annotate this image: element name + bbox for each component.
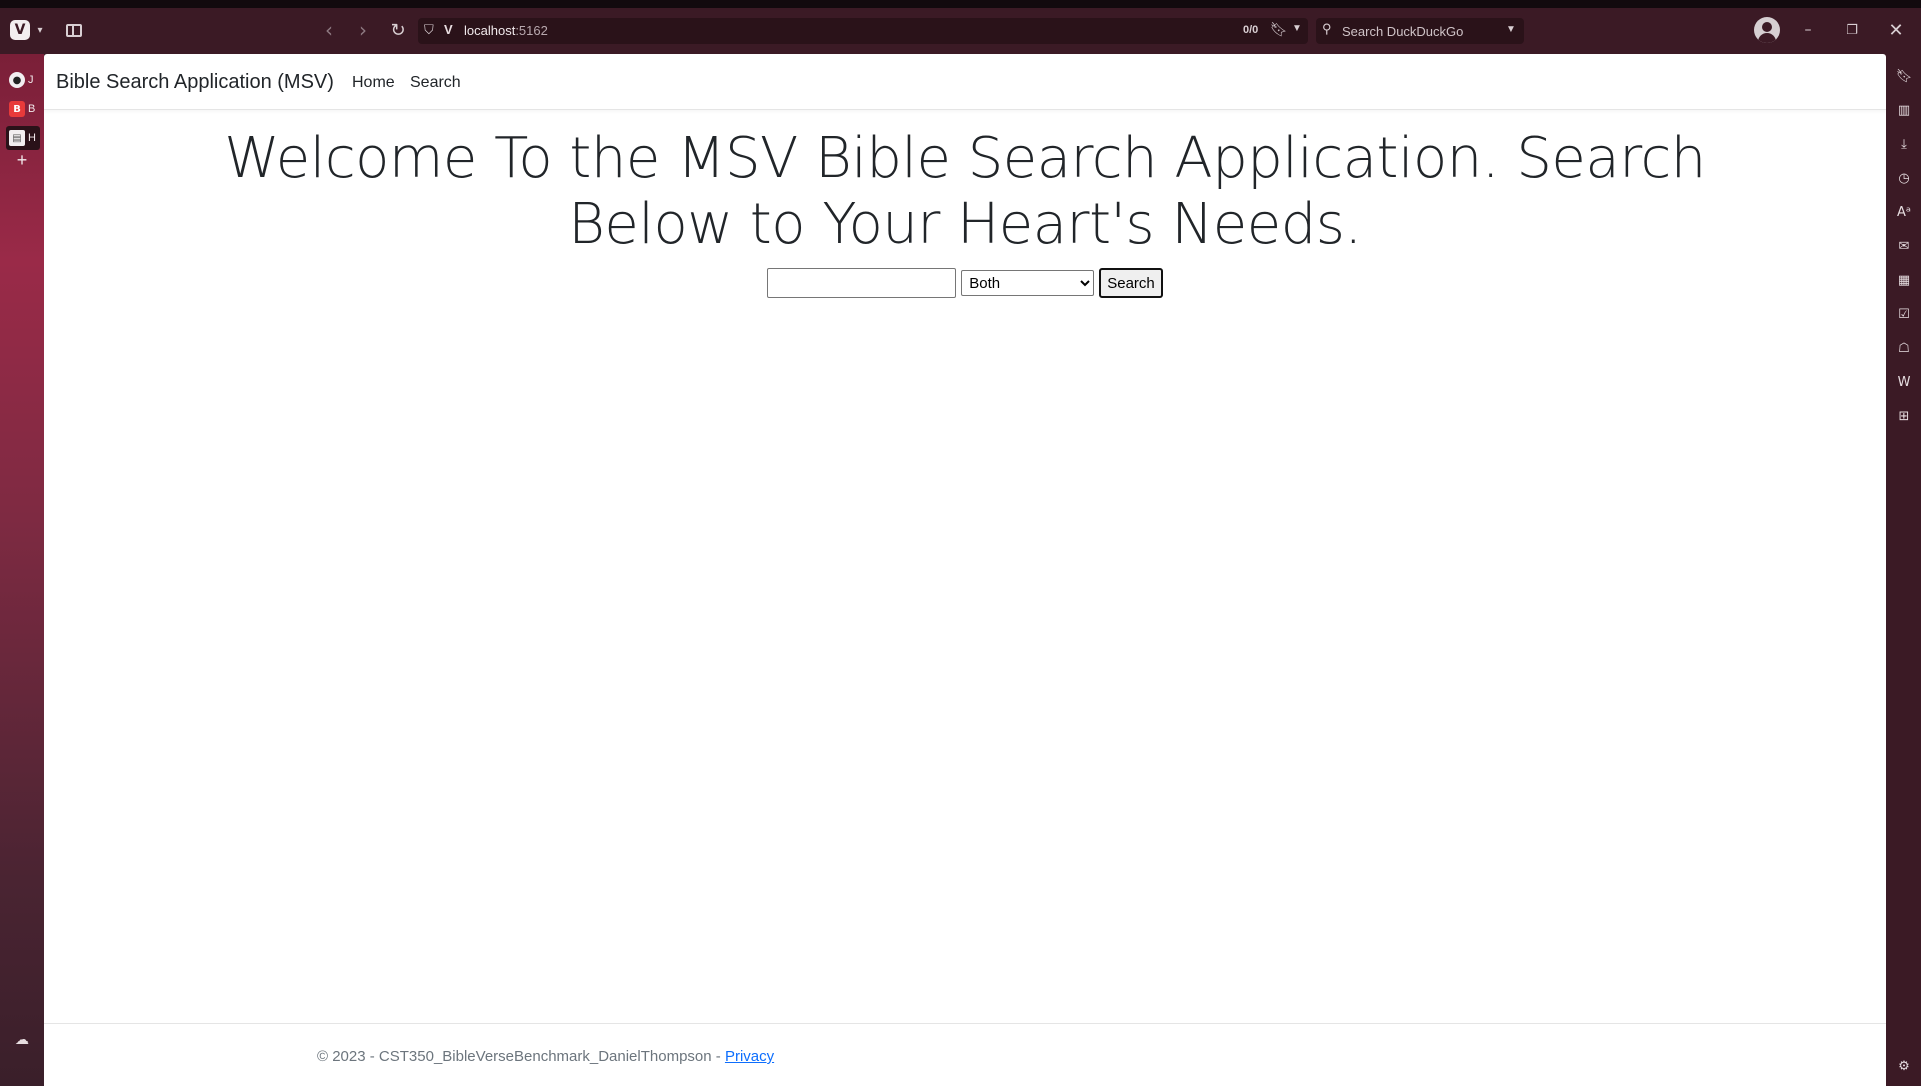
- calendar-icon[interactable]: ▦: [1894, 270, 1914, 290]
- footer-text: © 2023 - CST350_BibleVerseBenchmark_Dani…: [317, 1048, 774, 1065]
- browser-toolbar: V ▾ ‹ › ↻ ⛉ V localhost:5162 0/0 🔖︎ ▼ ⚲ …: [0, 0, 1921, 54]
- close-button[interactable]: ✕: [1884, 19, 1908, 41]
- search-form: Both Search: [44, 268, 1886, 298]
- site-info-icon[interactable]: V: [444, 22, 453, 37]
- restore-button[interactable]: ❐: [1840, 19, 1864, 41]
- tab-label: J: [28, 74, 34, 86]
- chevron-down-icon[interactable]: ▼: [1506, 24, 1516, 35]
- bookmark-b-icon: B: [9, 101, 25, 117]
- page-title: Welcome To the MSV Bible Search Applicat…: [44, 126, 1886, 258]
- page-title-line2: Below to Your Heart's Needs.: [568, 192, 1362, 257]
- tab-bar: ● J B B ▤ H + ☁ 🗑︎: [0, 54, 44, 1086]
- panel-toggle-icon: [66, 23, 82, 37]
- site-navbar: Bible Search Application (MSV) Home Sear…: [44, 54, 1886, 110]
- settings-icon[interactable]: ⚙: [1894, 1056, 1914, 1076]
- downloads-icon[interactable]: ⤓: [1894, 134, 1914, 154]
- wikipedia-icon[interactable]: W: [1894, 372, 1914, 392]
- forward-button[interactable]: ›: [352, 18, 374, 42]
- panel-toggle-button[interactable]: [63, 19, 85, 41]
- search-icon: ⚲: [1322, 21, 1332, 36]
- match-counter: 0/0: [1243, 24, 1259, 36]
- history-icon[interactable]: ◷: [1894, 168, 1914, 188]
- url-port: :5162: [515, 23, 548, 38]
- new-tab-button[interactable]: +: [12, 150, 32, 170]
- chevron-down-icon[interactable]: ▼: [1292, 23, 1302, 34]
- search-button[interactable]: Search: [1099, 268, 1163, 298]
- tab-github[interactable]: ● J: [6, 68, 40, 92]
- url-text[interactable]: localhost:5162: [464, 23, 548, 38]
- side-panel-bar: 🔖︎ ▥ ⤓ ◷ Aᵃ ✉ ▦ ☑ ☖ W ⊞ ⚙: [1886, 54, 1921, 1086]
- tab-b[interactable]: B B: [6, 97, 40, 121]
- minimize-button[interactable]: –: [1796, 19, 1820, 41]
- mail-icon[interactable]: ✉: [1894, 236, 1914, 256]
- cloud-icon[interactable]: ☁: [12, 1029, 32, 1049]
- vivaldi-logo-icon[interactable]: V: [10, 20, 30, 40]
- tab-label: B: [28, 103, 36, 115]
- page-icon: ▤: [9, 130, 25, 146]
- bookmarks-icon[interactable]: 🔖︎: [1894, 66, 1914, 86]
- nav-search-link[interactable]: Search: [410, 74, 461, 92]
- brand-link[interactable]: Bible Search Application (MSV): [56, 71, 334, 94]
- reload-button[interactable]: ↻: [386, 18, 410, 42]
- github-icon: ●: [9, 72, 25, 88]
- reading-list-icon[interactable]: ▥: [1894, 100, 1914, 120]
- footer-copyright: © 2023 - CST350_BibleVerseBenchmark_Dani…: [317, 1048, 725, 1065]
- shield-icon[interactable]: ⛉: [424, 22, 434, 38]
- privacy-link[interactable]: Privacy: [725, 1048, 774, 1065]
- tasks-icon[interactable]: ☑: [1894, 304, 1914, 324]
- search-input[interactable]: [767, 268, 957, 298]
- avatar-head: [1762, 22, 1772, 32]
- feeds-icon[interactable]: ☖: [1894, 338, 1914, 358]
- search-engine-field[interactable]: ⚲ Search DuckDuckGo ▼: [1316, 18, 1524, 44]
- web-page: Bible Search Application (MSV) Home Sear…: [44, 54, 1886, 1086]
- url-host: localhost: [464, 23, 516, 38]
- address-bar[interactable]: ⛉ V localhost:5162 0/0 🔖︎ ▼: [418, 18, 1308, 44]
- tab-label: H: [28, 132, 36, 144]
- translate-icon[interactable]: Aᵃ: [1894, 202, 1914, 222]
- nav-home-link[interactable]: Home: [352, 74, 395, 92]
- add-panel-icon[interactable]: ⊞: [1894, 406, 1914, 426]
- avatar-body: [1758, 33, 1776, 43]
- chevron-down-icon[interactable]: ▾: [34, 20, 46, 40]
- back-button[interactable]: ‹: [318, 18, 340, 42]
- tab-active[interactable]: ▤ H: [6, 126, 40, 150]
- page-title-line1: Welcome To the MSV Bible Search Applicat…: [224, 126, 1706, 191]
- bookmark-icon[interactable]: 🔖︎: [1270, 21, 1288, 38]
- site-footer: © 2023 - CST350_BibleVerseBenchmark_Dani…: [44, 1023, 1886, 1086]
- search-placeholder: Search DuckDuckGo: [1342, 24, 1464, 39]
- profile-avatar[interactable]: [1754, 17, 1780, 43]
- search-scope-select[interactable]: Both: [961, 270, 1095, 296]
